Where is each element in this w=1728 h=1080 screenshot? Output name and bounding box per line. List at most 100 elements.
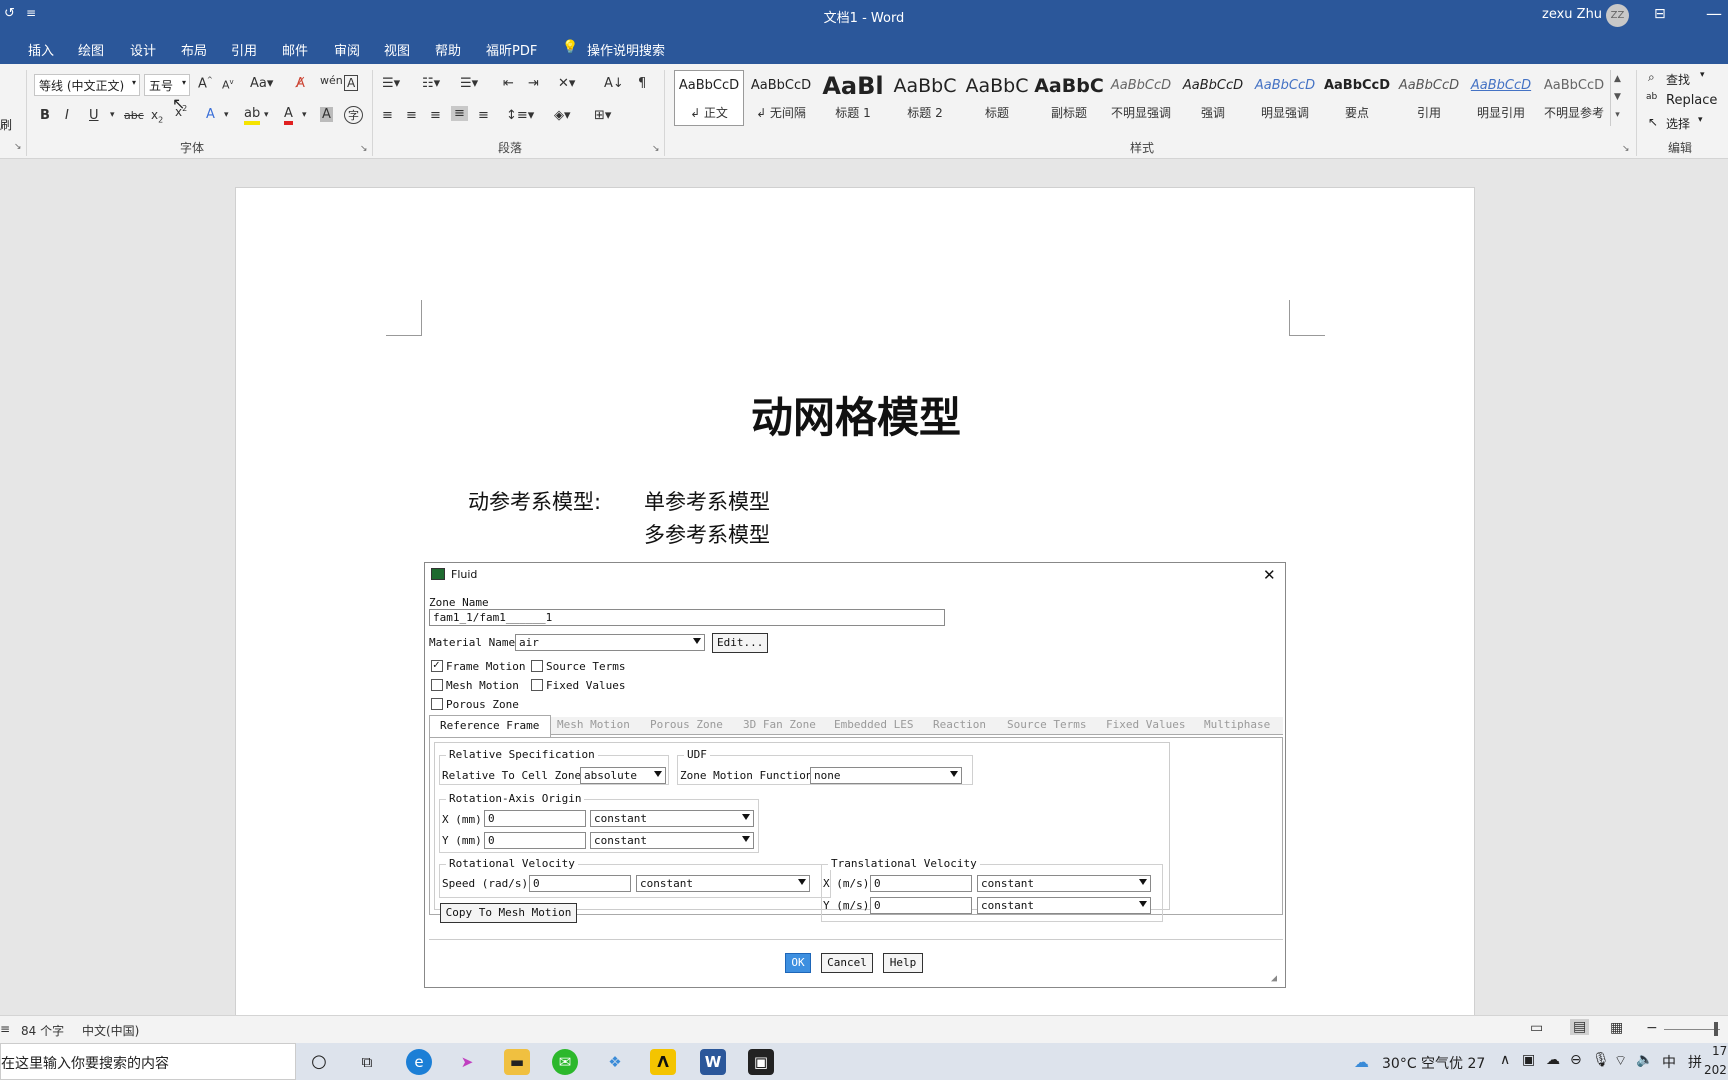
volume-icon[interactable]: 🔈	[1636, 1052, 1653, 1068]
find-dropdown-icon[interactable]: ▾	[1700, 70, 1705, 80]
trans-x-input[interactable]: 0	[870, 875, 972, 892]
style-emphasis[interactable]: AaBbCcD 强调	[1178, 72, 1248, 126]
speed-input[interactable]: 0	[529, 875, 631, 892]
tray-app-icon[interactable]: ▣	[1522, 1052, 1535, 1068]
highlight-dropdown-icon[interactable]: ▾	[264, 110, 269, 120]
origin-x-method-dropdown[interactable]: constant	[590, 810, 754, 827]
trans-y-method-dropdown[interactable]: constant	[977, 897, 1151, 914]
zone-name-input[interactable]: fam1_1/fam1______1	[429, 609, 945, 626]
show-marks-icon[interactable]: ¶	[638, 76, 646, 91]
underline-icon[interactable]: U	[89, 108, 99, 123]
ribbon-display-options-icon[interactable]: ⊟	[1654, 6, 1666, 22]
ansys-icon[interactable]: Λ	[650, 1049, 676, 1075]
read-mode-icon[interactable]: ▭	[1530, 1020, 1543, 1036]
change-case-icon[interactable]: Aa▾	[250, 76, 273, 91]
font-color-icon[interactable]: A	[284, 106, 293, 125]
tab-foxit-pdf[interactable]: 福昕PDF	[486, 40, 537, 59]
close-icon[interactable]: ✕	[1263, 566, 1276, 584]
bullets-icon[interactable]: ☰▾	[382, 76, 400, 91]
replace-button[interactable]: Replace	[1666, 93, 1717, 108]
origin-y-method-dropdown[interactable]: constant	[590, 832, 754, 849]
edge-icon[interactable]: e	[406, 1049, 432, 1075]
text-effects-icon[interactable]: A	[206, 107, 215, 122]
style-no-spacing[interactable]: AaBbCcD ↲ 无间隔	[746, 72, 816, 126]
word-count[interactable]: 84 个字	[21, 1022, 64, 1039]
chinese-layout-icon[interactable]: ✕▾	[558, 76, 575, 91]
italic-icon[interactable]: I	[65, 108, 69, 123]
highlight-icon[interactable]: ab	[244, 106, 261, 125]
ime-indicator[interactable]: 中	[1662, 1052, 1676, 1072]
relative-cell-zone-dropdown[interactable]: absolute	[580, 767, 666, 784]
zoom-out-icon[interactable]: −	[1646, 1020, 1658, 1036]
format-painter-label[interactable]: 刷	[0, 116, 12, 133]
web-layout-icon[interactable]: ▦	[1610, 1020, 1623, 1036]
zoom-slider[interactable]	[1664, 1029, 1720, 1030]
cloud-sync-icon[interactable]: ⊖	[1570, 1052, 1582, 1068]
increase-indent-icon[interactable]: ⇥	[528, 76, 539, 91]
style-intense-emphasis[interactable]: AaBbCcD 明显强调	[1250, 72, 1320, 126]
resize-grip-icon[interactable]: ◢	[1271, 973, 1277, 984]
tab-help[interactable]: 帮助	[435, 40, 461, 59]
origin-x-input[interactable]: 0	[484, 810, 586, 827]
tab-review[interactable]: 审阅	[334, 40, 360, 59]
paragraph-launcher-icon[interactable]: ↘	[652, 144, 660, 154]
porous-zone-checkbox[interactable]	[431, 698, 443, 710]
tab-mailings[interactable]: 邮件	[282, 40, 308, 59]
tab-multiphase[interactable]: Multiphase	[1204, 718, 1270, 735]
clock-date[interactable]: 202	[1704, 1063, 1727, 1077]
trans-y-input[interactable]: 0	[870, 897, 972, 914]
avatar[interactable]: ZZ	[1606, 4, 1629, 27]
tab-design[interactable]: 设计	[130, 40, 156, 59]
source-terms-checkbox[interactable]	[531, 660, 543, 672]
tab-mesh-motion[interactable]: Mesh Motion	[557, 718, 630, 735]
material-dropdown[interactable]: air	[515, 634, 705, 651]
find-icon[interactable]: ⌕	[1648, 70, 1655, 85]
user-name[interactable]: zexu Zhu	[1542, 7, 1602, 22]
tab-embedded-les[interactable]: Embedded LES	[834, 718, 913, 735]
task-view-icon[interactable]: ⧉	[354, 1049, 380, 1075]
ime-mode[interactable]: 拼	[1688, 1052, 1702, 1072]
microphone-icon[interactable]: 🎙	[1592, 1052, 1610, 1068]
select-dropdown-icon[interactable]: ▾	[1698, 115, 1703, 125]
taskbar-search-box[interactable]: 在这里输入你要搜索的内容	[0, 1043, 296, 1080]
phonetic-guide-icon[interactable]: wén	[320, 74, 343, 87]
distributed-icon[interactable]: ≡	[478, 108, 489, 123]
wifi-icon[interactable]: ⌔	[1614, 1052, 1627, 1070]
borders-icon[interactable]: ⊞▾	[594, 108, 611, 123]
style-title[interactable]: AaBbC 标题	[962, 72, 1032, 126]
line-spacing-icon[interactable]: ↕≡▾	[506, 108, 534, 123]
zoom-slider-thumb[interactable]	[1714, 1022, 1718, 1036]
style-normal[interactable]: AaBbCcD ↲ 正文	[674, 72, 744, 126]
tab-porous-zone[interactable]: Porous Zone	[650, 718, 723, 735]
speed-method-dropdown[interactable]: constant	[636, 875, 810, 892]
help-button[interactable]: Help	[883, 953, 923, 973]
font-launcher-icon[interactable]: ↘	[360, 144, 368, 154]
bold-icon[interactable]: B	[40, 108, 50, 123]
enclose-characters-icon[interactable]: 字	[344, 106, 363, 124]
shrink-font-icon[interactable]: Av	[222, 78, 234, 92]
font-color-dropdown-icon[interactable]: ▾	[302, 110, 307, 120]
style-subtle-reference[interactable]: AaBbCcD 不明显参考	[1538, 72, 1610, 126]
tray-expand-icon[interactable]: ∧	[1500, 1052, 1510, 1068]
shading-icon[interactable]: ◈▾	[554, 108, 571, 123]
copy-to-mesh-motion-button[interactable]: Copy To Mesh Motion	[440, 903, 577, 923]
cortana-icon[interactable]: ○	[306, 1049, 332, 1075]
clipboard-launcher-icon[interactable]: ↘	[14, 142, 22, 152]
style-subtle-emphasis[interactable]: AaBbCcD 不明显强调	[1106, 72, 1176, 126]
justify-icon[interactable]: ≡	[451, 106, 468, 121]
font-size-dropdown[interactable]: 五号 ▾	[144, 74, 190, 96]
language-indicator[interactable]: 中文(中国)	[82, 1022, 139, 1039]
sort-icon[interactable]: A↓	[604, 76, 624, 91]
styles-launcher-icon[interactable]: ↘	[1622, 144, 1630, 154]
style-heading-2[interactable]: AaBbC 标题 2	[890, 72, 960, 126]
network-app-icon[interactable]: ❖	[602, 1049, 628, 1075]
tab-3d-fan-zone[interactable]: 3D Fan Zone	[743, 718, 816, 735]
subscript-icon[interactable]: x2	[151, 108, 163, 124]
numbering-icon[interactable]: ☷▾	[422, 76, 440, 91]
file-explorer-icon[interactable]: ▬	[504, 1049, 530, 1075]
align-left-icon[interactable]: ≡	[382, 108, 393, 123]
tab-draw[interactable]: 绘图	[78, 40, 104, 59]
clear-formatting-icon[interactable]: A̸	[296, 76, 305, 91]
tab-layout[interactable]: 布局	[181, 40, 207, 59]
fixed-values-checkbox[interactable]	[531, 679, 543, 691]
